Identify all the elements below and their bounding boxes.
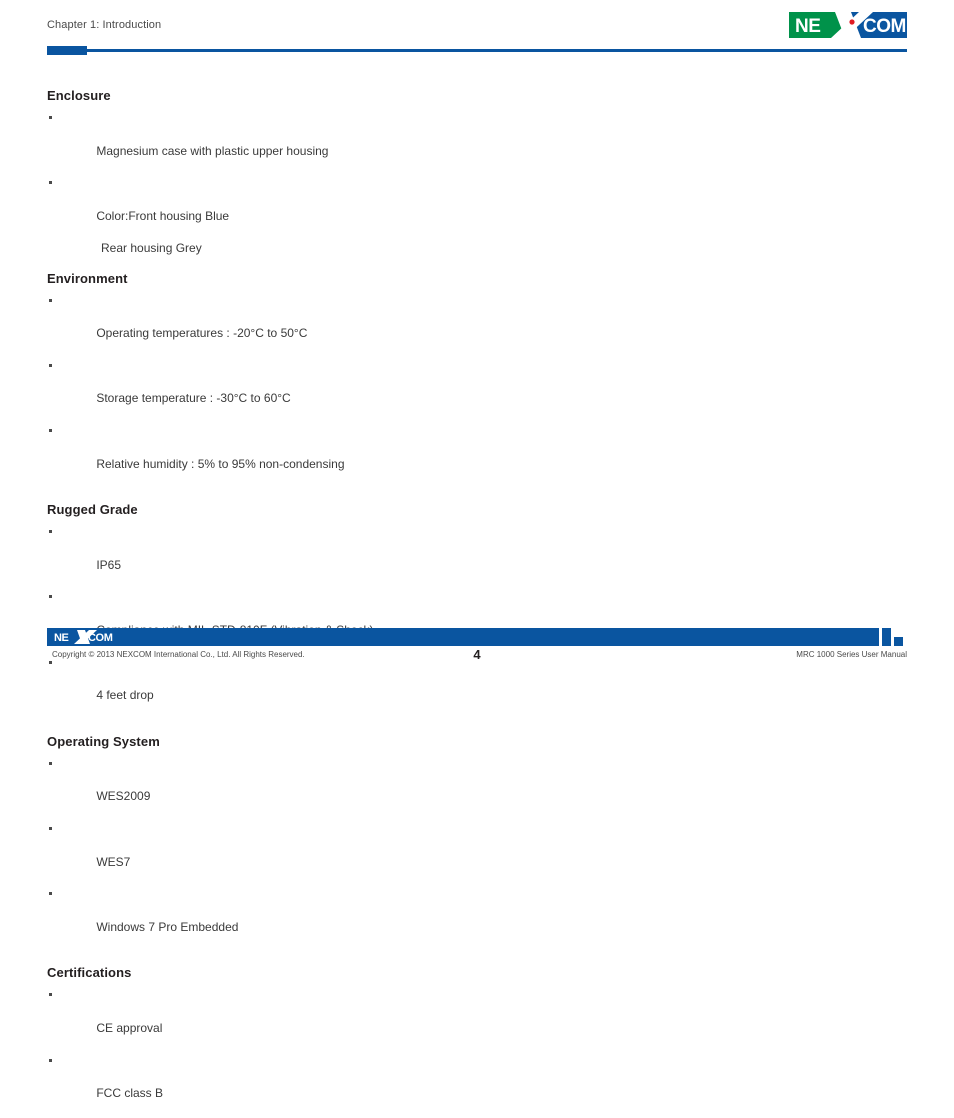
footer-accent-block-tall [882, 628, 891, 646]
specifications-content: Enclosure Magnesium case with plastic up… [0, 88, 954, 1118]
svg-text:COM: COM [863, 16, 906, 37]
section-heading: Rugged Grade [47, 502, 138, 518]
list-item: CE approval [0, 987, 954, 1052]
header-rule-line [87, 49, 907, 52]
list-item-label: Relative humidity : 5% to 95% non-conden… [96, 456, 345, 471]
spec-section-certifications: Certifications CE approval FCC class B [0, 965, 954, 1117]
list-item: Magnesium case with plastic upper housin… [0, 110, 954, 175]
list-item: WES7 [0, 821, 954, 886]
square-bullet-icon [49, 761, 52, 765]
list-item: FCC class B [0, 1053, 954, 1118]
svg-text:NE: NE [54, 632, 69, 644]
list-item: Color:Front housing Blue [0, 175, 954, 240]
list-item: WES2009 [0, 756, 954, 821]
section-heading: Enclosure [47, 88, 111, 103]
square-bullet-icon [49, 116, 52, 119]
svg-text:NE: NE [795, 16, 820, 37]
square-bullet-icon [49, 181, 52, 185]
square-bullet-icon [49, 530, 52, 534]
square-bullet-icon [49, 298, 52, 302]
list-item: Windows 7 Pro Embedded [0, 886, 954, 951]
list-item: Operating temperatures : -20°C to 50°C [0, 293, 954, 358]
page-footer: NE COM Copyright © 2013 NEXCOM Internati… [0, 628, 954, 672]
list-item-label: WES2009 [96, 789, 151, 804]
document-page: Chapter 1: Introduction NE COM Enclosure [0, 0, 954, 1100]
section-heading: Certifications [47, 965, 132, 981]
list-item-label: FCC class B [96, 1086, 164, 1101]
spec-list: CE approval FCC class B [0, 987, 954, 1117]
list-item-label: 4 feet drop [96, 688, 154, 703]
list-item-subline: Rear housing Grey [101, 241, 202, 256]
square-bullet-icon [49, 595, 52, 599]
nexcom-logo-icon: NE COM [789, 12, 907, 38]
list-item: Storage temperature : -30°C to 60°C [0, 358, 954, 423]
square-bullet-icon [49, 826, 52, 830]
list-item-label: Operating temperatures : -20°C to 50°C [96, 326, 308, 341]
page-header: Chapter 1: Introduction NE COM [0, 0, 954, 58]
nexcom-footer-logo-icon: NE COM [52, 630, 114, 644]
list-item-label: Storage temperature : -30°C to 60°C [96, 391, 291, 406]
list-item-label: Color:Front housing Blue [96, 208, 230, 223]
section-heading: Environment [47, 270, 128, 286]
spec-list: Magnesium case with plastic upper housin… [0, 110, 954, 240]
list-item-label: WES7 [96, 854, 131, 869]
list-item-label: Magnesium case with plastic upper housin… [96, 143, 329, 158]
square-bullet-icon [49, 892, 52, 896]
svg-text:COM: COM [88, 632, 113, 644]
spec-list: IP65 Compliance with MIL-STD-810F (Vibra… [0, 524, 954, 720]
spec-list: Operating temperatures : -20°C to 50°C S… [0, 293, 954, 489]
footer-bar [47, 628, 879, 646]
spec-section-enclosure: Enclosure Magnesium case with plastic up… [0, 88, 954, 257]
list-item-label: CE approval [96, 1020, 163, 1035]
spec-list: WES2009 WES7 Windows 7 Pro Embedded [0, 756, 954, 952]
list-item: IP65 [0, 524, 954, 589]
footer-accent-block-small [894, 637, 903, 646]
section-heading: Operating System [47, 733, 160, 749]
list-item-label: Windows 7 Pro Embedded [96, 919, 239, 934]
chapter-breadcrumb: Chapter 1: Introduction [47, 19, 162, 31]
square-bullet-icon [49, 1058, 52, 1062]
spec-section-environment: Environment Operating temperatures : -20… [0, 271, 954, 489]
spec-section-operating-system: Operating System WES2009 WES7 Windows 7 … [0, 734, 954, 952]
header-rule-block [47, 46, 87, 55]
footer-manual-title: MRC 1000 Series User Manual [796, 650, 907, 659]
square-bullet-icon [49, 429, 52, 433]
list-item: Relative humidity : 5% to 95% non-conden… [0, 423, 954, 488]
spec-section-rugged-grade: Rugged Grade IP65 Compliance with MIL-ST… [0, 502, 954, 720]
list-item-label: IP65 [96, 557, 122, 572]
square-bullet-icon [49, 993, 52, 997]
square-bullet-icon [49, 363, 52, 367]
